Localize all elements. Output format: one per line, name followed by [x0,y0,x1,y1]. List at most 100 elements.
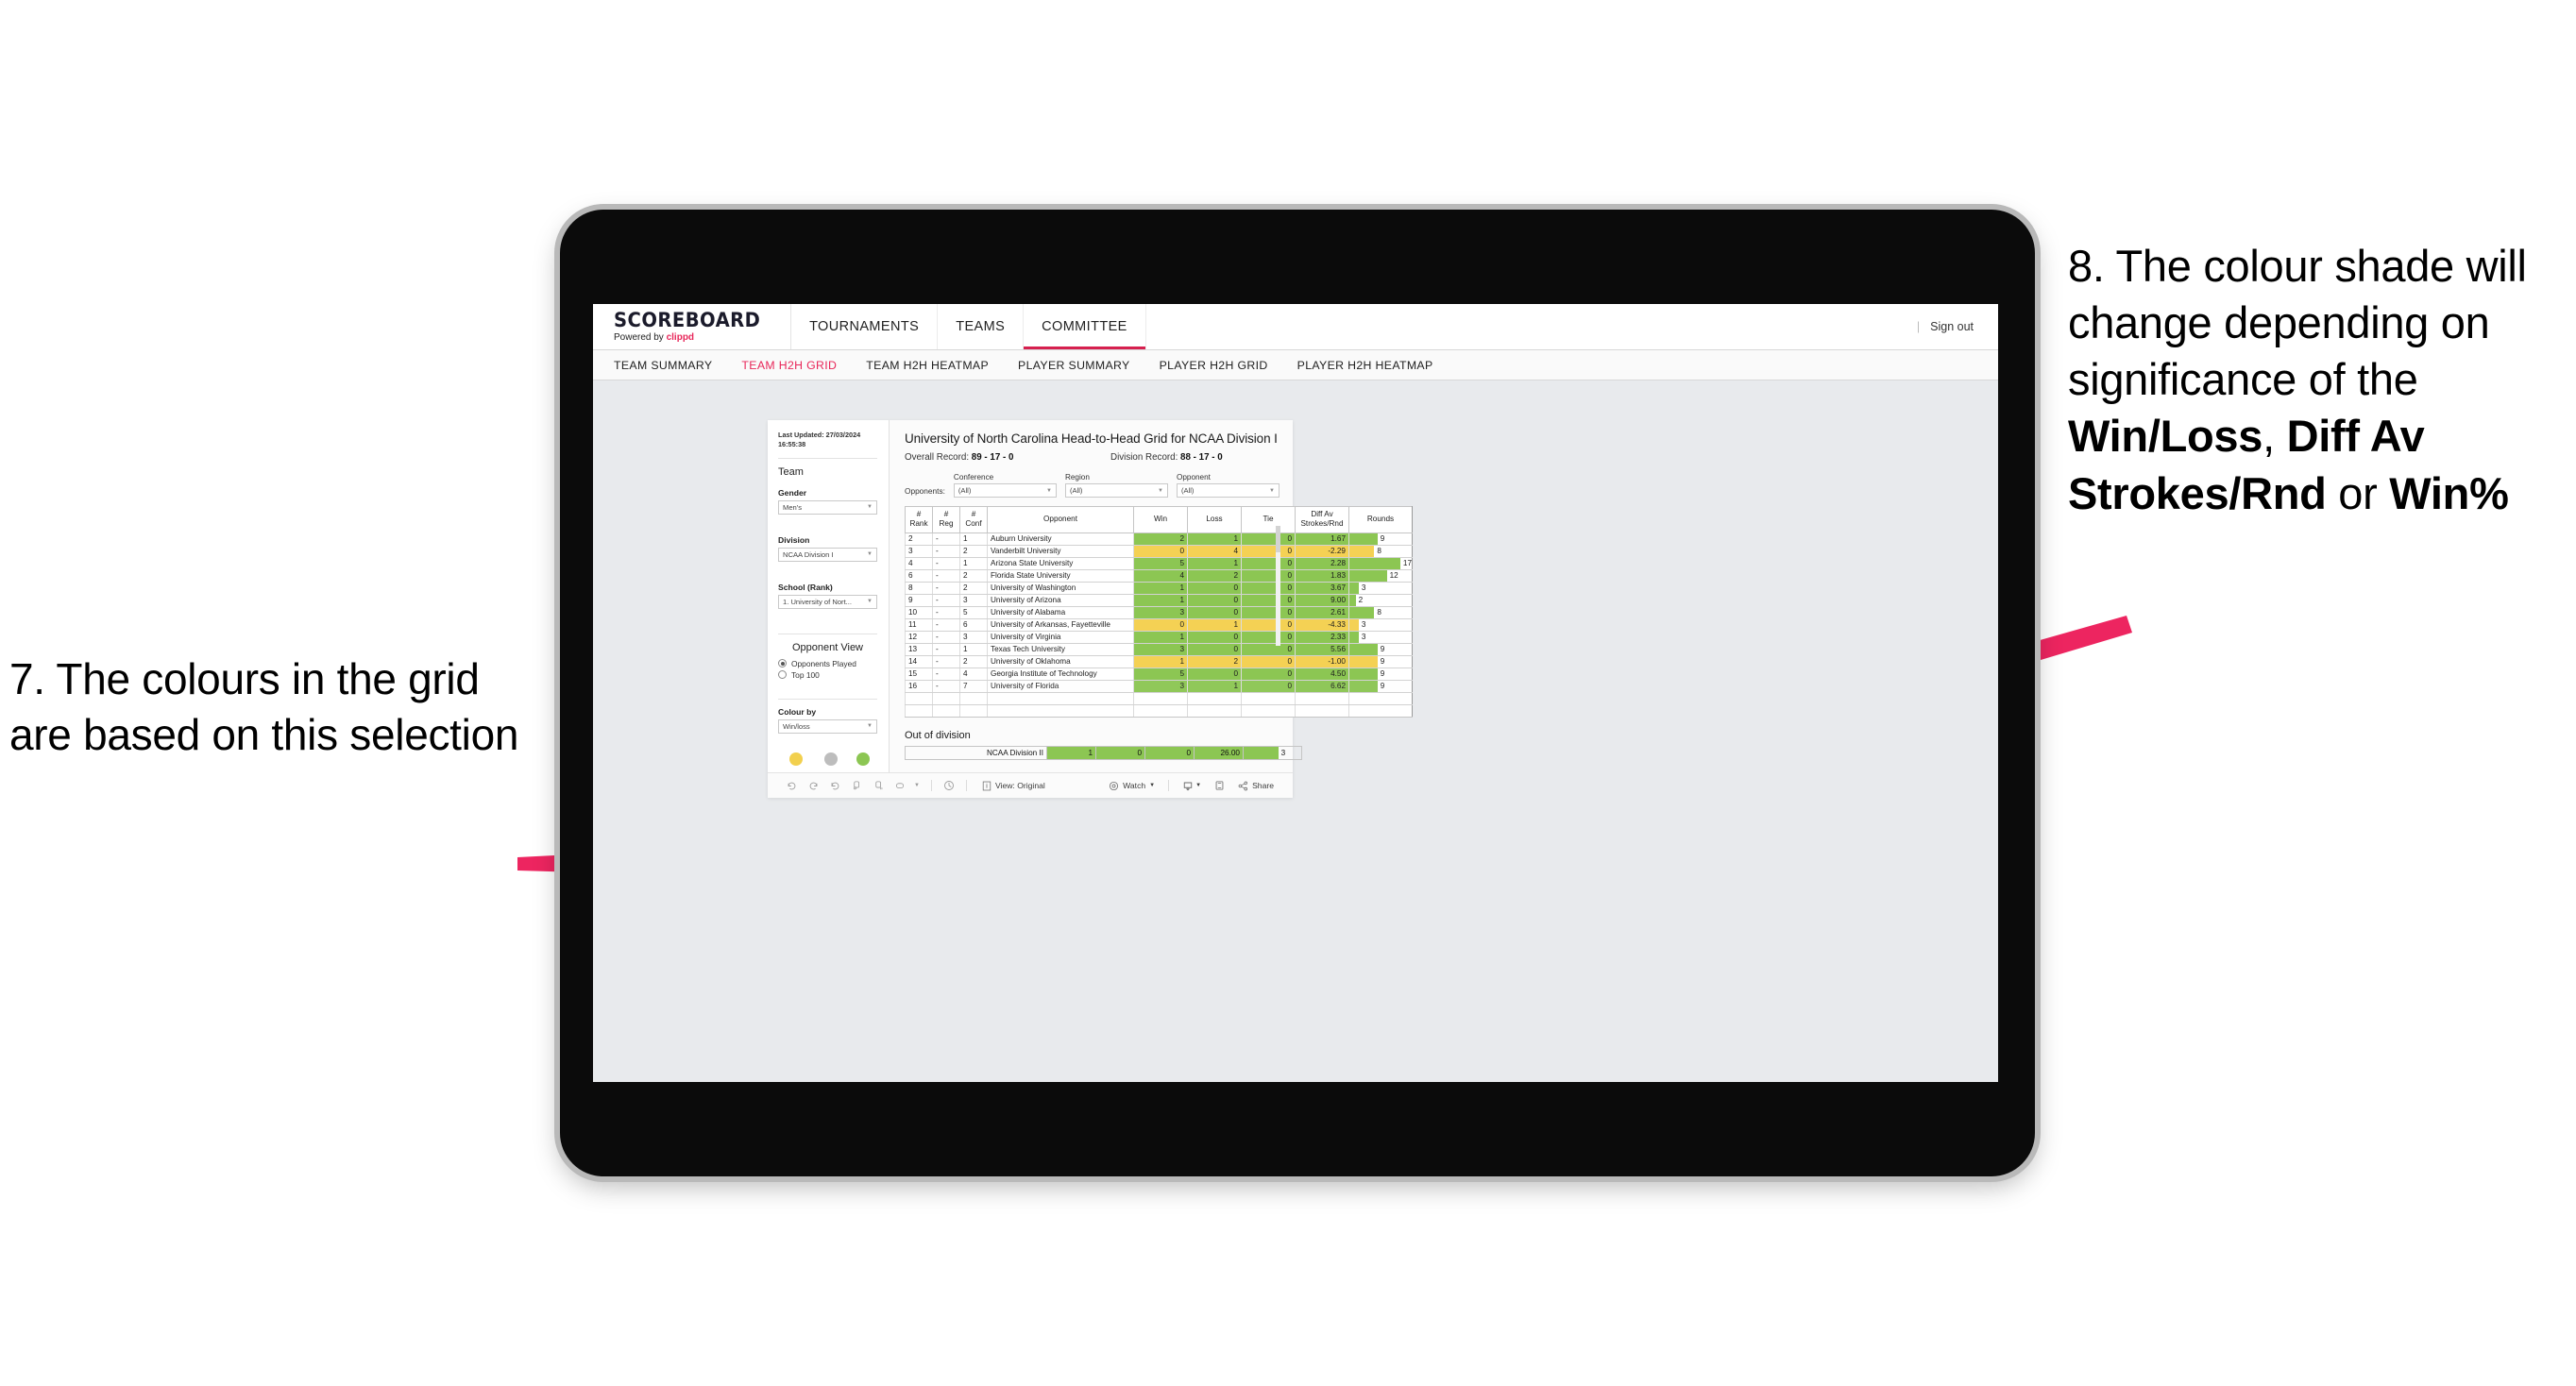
cell-diff-av-strokes: 1.83 [1295,569,1349,583]
watch-button[interactable]: Watch ▼ [1103,781,1161,791]
table-row[interactable]: 12-3 University of Virginia 1 0 0 2.33 3 [905,631,1413,644]
highlight-icon[interactable] [890,781,912,791]
view-original-button[interactable]: View: Original [982,781,1045,791]
tableau-viz-card: Last Updated: 27/03/2024 16:55:38 Team G… [768,420,1413,798]
filter-conference-title: Conference [953,473,994,482]
refresh-icon[interactable] [846,780,868,791]
table-row[interactable]: 9-3 University of Arizona 1 0 0 9.00 2 [905,594,1413,607]
cell-rank: 9 [905,594,933,607]
subtab-player-h2h-heatmap[interactable]: PLAYER H2H HEATMAP [1297,359,1449,372]
nav-tab-teams[interactable]: TEAMS [938,304,1025,349]
col-win[interactable]: Win [1133,506,1188,533]
col-conf[interactable]: # Conf [959,506,988,533]
share-button[interactable]: Share [1232,781,1280,791]
table-row[interactable]: 2-1 Auburn University 2 1 0 1.67 9 [905,532,1413,546]
cell-empty [1241,704,1296,718]
cell-win: 1 [1133,655,1188,668]
table-row[interactable]: 14-2 University of Oklahoma 1 2 0 -1.00 9 [905,655,1413,668]
grid-vertical-scrollbar[interactable] [1276,526,1280,646]
viz-body: Last Updated: 27/03/2024 16:55:38 Team G… [768,420,1413,780]
rounds-value: 8 [1377,608,1381,617]
cell-rounds: 2 [1348,594,1413,607]
col-rank[interactable]: # Rank [905,506,933,533]
cell-tie: 0 [1241,545,1296,558]
rounds-bar: 9 [1349,680,1412,691]
cell-conf: 2 [959,582,988,595]
radio-opponents-played[interactable]: Opponents Played [778,659,877,668]
radio-icon [778,659,787,668]
download-button[interactable]: ▼ [1177,780,1207,791]
filter-opponent-select[interactable]: (All) ▼ [1176,483,1280,498]
table-row[interactable]: 13-1 Texas Tech University 3 0 0 5.56 9 [905,643,1413,656]
rounds-value: 3 [1361,583,1366,592]
cell-diff-av-strokes: -4.33 [1295,618,1349,632]
filter-region: Region (All) ▼ [1064,473,1168,498]
col-loss[interactable]: Loss [1187,506,1242,533]
col-reg[interactable]: # Reg [932,506,960,533]
cell-diff-av-strokes: 2.61 [1295,606,1349,619]
subtab-player-h2h-grid[interactable]: PLAYER H2H GRID [1160,359,1284,372]
subtab-team-h2h-grid[interactable]: TEAM H2H GRID [741,359,853,372]
rounds-bar-fill [1349,557,1400,568]
undo-icon[interactable] [781,781,803,791]
app-top-bar: SCOREBOARD Powered by clippd TOURNAMENTS… [593,304,1998,350]
cell-conf: 1 [959,532,988,546]
nav-tab-tournaments[interactable]: TOURNAMENTS [791,304,939,349]
col-reg-l1: # [943,510,949,518]
cell-opponent: University of Arkansas, Fayetteville [987,618,1134,632]
cell-reg: - [932,569,960,583]
brand-logo[interactable]: SCOREBOARD Powered by clippd [593,304,792,349]
pause-autoupdate-icon[interactable] [938,780,960,791]
subtab-team-h2h-heatmap[interactable]: TEAM H2H HEATMAP [866,359,1005,372]
ood-opponent: NCAA Division II [905,745,1047,760]
chevron-down-icon[interactable]: ▼ [912,783,925,788]
table-row[interactable]: 6-2 Florida State University 4 2 0 1.83 12 [905,569,1413,583]
table-row[interactable]: 16-7 University of Florida 3 1 0 6.62 9 [905,680,1413,693]
filter-region-select[interactable]: (All) ▼ [1064,483,1168,498]
table-row[interactable]: 10-5 University of Alabama 3 0 0 2.61 8 [905,606,1413,619]
table-row[interactable]: 11-6 University of Arkansas, Fayetteville… [905,618,1413,632]
rounds-bar-fill [1349,680,1378,691]
pause-icon[interactable] [868,780,890,791]
cell-diff-av-strokes: 1.67 [1295,532,1349,546]
division-record: Division Record: 88 - 17 - 0 [1110,452,1223,463]
division-label: Division [778,534,810,545]
col-opponent[interactable]: Opponent [987,506,1134,533]
cell-opponent: Arizona State University [987,557,1134,570]
cell-rounds: 9 [1348,532,1413,546]
col-tie[interactable]: Tie [1241,506,1296,533]
subtab-team-summary[interactable]: TEAM SUMMARY [614,359,728,372]
fullscreen-button[interactable] [1209,780,1230,791]
ood-tie: 0 [1144,745,1195,760]
rounds-bar: 9 [1349,668,1412,679]
subtab-player-summary[interactable]: PLAYER SUMMARY [1018,359,1146,372]
col-rounds[interactable]: Rounds [1348,506,1413,533]
cell-rounds: 3 [1348,582,1413,595]
table-row[interactable]: 4-1 Arizona State University 5 1 0 2.28 17 [905,557,1413,570]
table-row[interactable]: 8-2 University of Washington 1 0 0 3.67 3 [905,582,1413,595]
main-nav: TOURNAMENTS TEAMS COMMITTEE [791,304,1146,349]
cell-opponent: Vanderbilt University [987,545,1134,558]
revert-icon[interactable] [824,781,846,791]
rounds-value: 17 [1402,559,1412,567]
sign-out-link[interactable]: Sign out [1930,320,1974,333]
table-row[interactable]: 3-2 Vanderbilt University 0 4 0 -2.29 8 [905,545,1413,558]
nav-tab-committee[interactable]: COMMITTEE [1024,304,1146,349]
colour-by-select[interactable]: Win/loss ▼ [778,718,877,734]
col-diff-av-strokes[interactable]: Diff Av Strokes/Rnd [1295,506,1349,533]
grid-scroll-thumb[interactable] [1276,526,1280,552]
radio-top-100[interactable]: Top 100 [778,670,877,680]
radio-top-100-label: Top 100 [791,669,820,680]
gender-select[interactable]: Men's ▼ [778,499,877,515]
cell-reg: - [932,532,960,546]
redo-icon[interactable] [803,781,824,791]
cell-rank: 15 [905,668,933,681]
team-section-heading: Team [778,465,804,478]
rounds-bar-fill [1349,655,1378,667]
filter-conference-select[interactable]: (All) ▼ [953,483,1057,498]
table-row[interactable]: 15-4 Georgia Institute of Technology 5 0 0 4.… [905,668,1413,681]
cell-opponent: University of Florida [987,680,1134,693]
division-select[interactable]: NCAA Division I ▼ [778,547,877,562]
cell-rank: 6 [905,569,933,583]
school-select[interactable]: 1. University of Nort... ▼ [778,594,877,609]
